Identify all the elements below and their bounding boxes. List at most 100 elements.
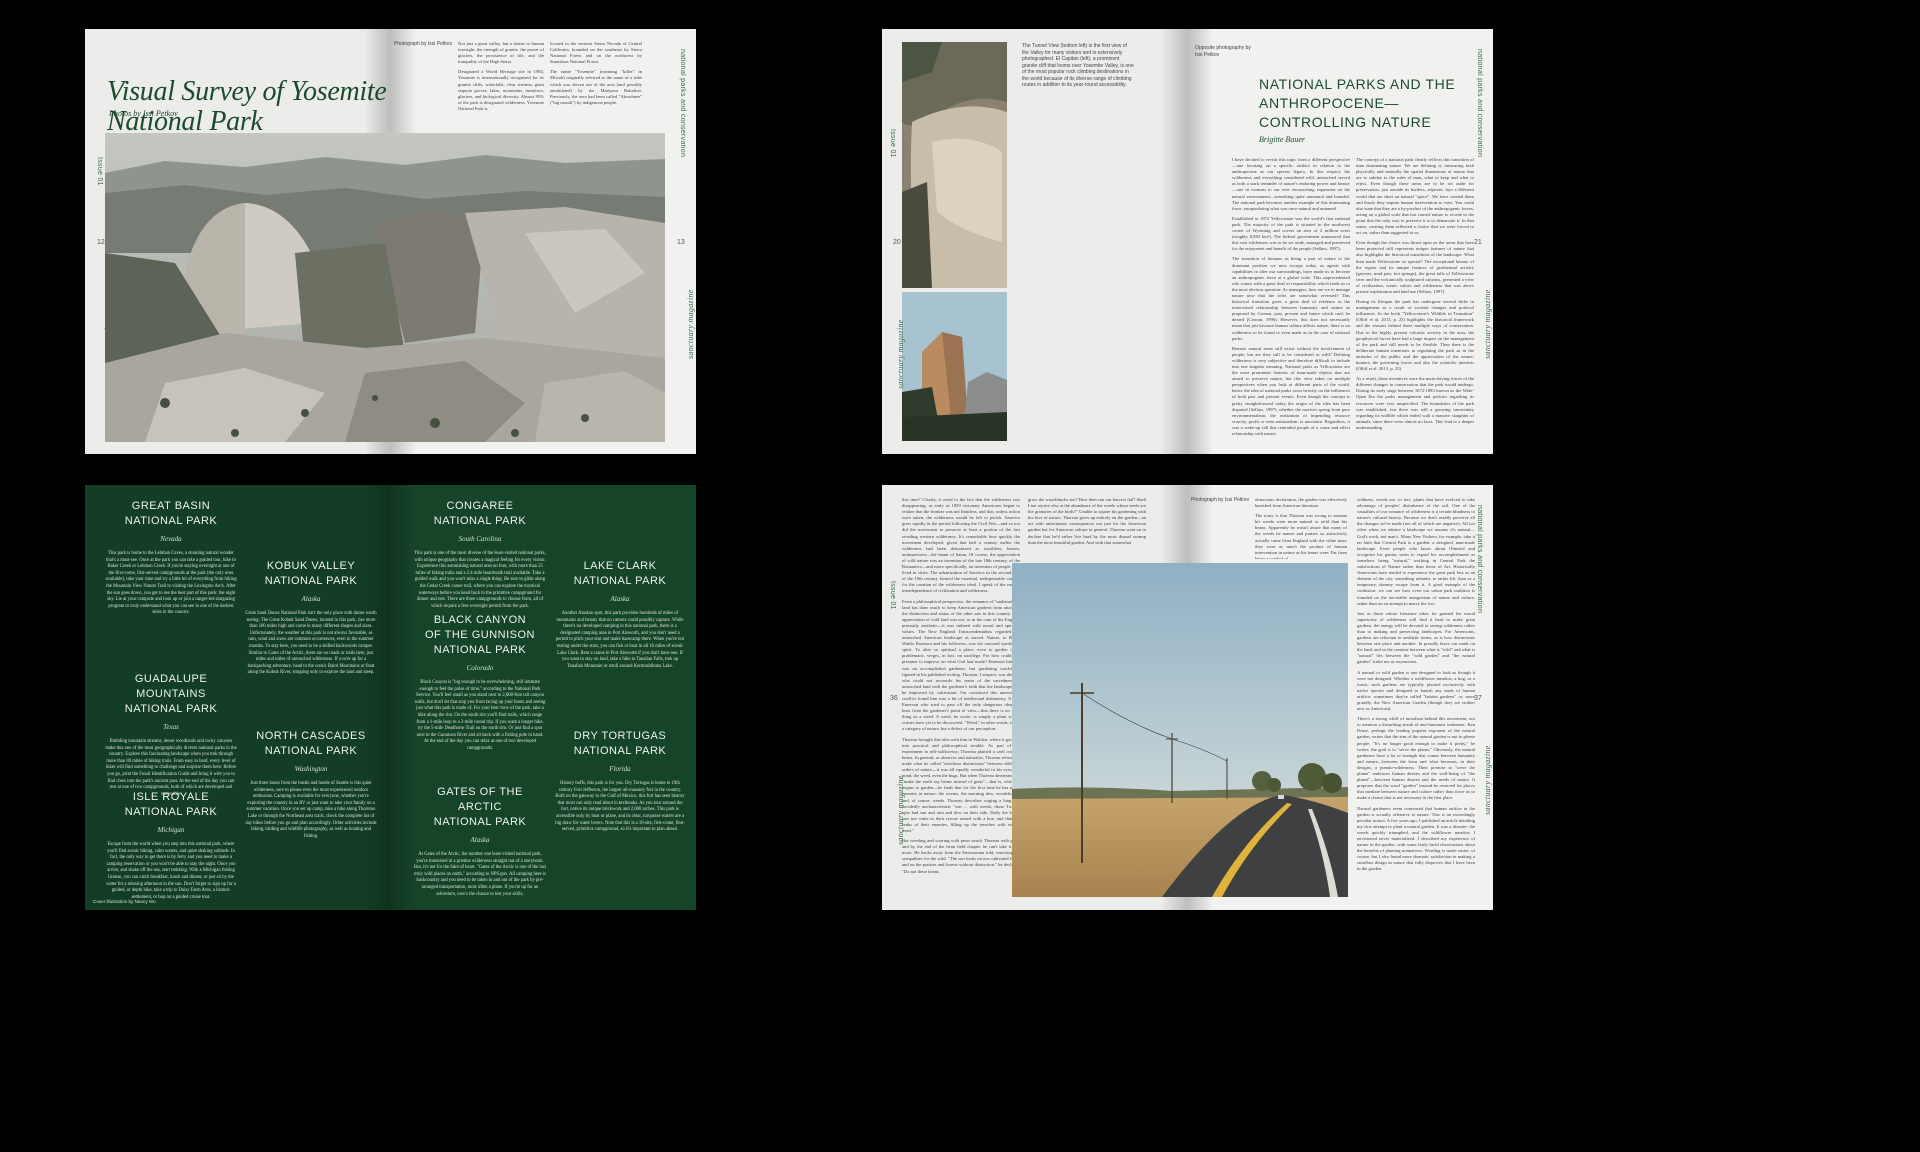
park-description: Another Alaskan spot, this park provides… [555, 611, 685, 669]
park-description: History buffs, this park is for you. Dry… [555, 781, 685, 833]
essay-paragraph: As a result, these incentives were the m… [1356, 376, 1474, 430]
park-lake-clark: LAKE CLARK NATIONAL PARK Alaska Another … [554, 559, 686, 670]
intro-paragraph: Not just a great valley, but a shrine to… [458, 41, 544, 65]
page-number-left: 36 [890, 695, 898, 702]
page-20: The Tunnel View (bottom left) is the fir… [882, 29, 1187, 454]
article-byline: Photos by Issi Petkov [109, 109, 178, 118]
intro-paragraph: located in the western Sierra Nevada of … [550, 41, 642, 65]
park-state: Nevada [160, 535, 182, 543]
essay-column-4: wildness, weeds are, in fact, plants tha… [1357, 497, 1475, 902]
park-name: NORTH CASCADES NATIONAL PARK [256, 730, 366, 757]
essay-paragraph: I have decided to revisit this topic fro… [1232, 157, 1350, 211]
park-state: South Carolina [458, 535, 502, 543]
illustration-credit: Cover illustration by Nancy Wu [93, 899, 156, 904]
el-capitan-face-photo [902, 42, 1007, 288]
park-state: Michigan [157, 826, 185, 834]
magazine-name: sanctuary magazine [1483, 745, 1492, 815]
page-number-right: 21 [1474, 239, 1482, 246]
photo-credit: Photograph by Issi Petkov [1191, 497, 1250, 503]
essay-paragraph: grow the woodchucks too? How then can ou… [1028, 497, 1146, 545]
essay-paragraph: From a philosophical perspective, the ro… [902, 598, 1020, 732]
article-title: Visual Survey of Yosemite National Park [107, 76, 387, 137]
issue-label: Issue 01 [889, 581, 896, 610]
park-state: Florida [609, 765, 631, 773]
spread-anthropocene: The Tunnel View (bottom left) is the fir… [882, 29, 1493, 454]
page-parks-right: CONGAREE NATIONAL PARK South Carolina Th… [390, 485, 696, 910]
photo-caption: The Tunnel View (bottom left) is the fir… [1022, 43, 1134, 88]
park-dry-tortugas: DRY TORTUGAS NATIONAL PARK Florida Histo… [554, 729, 686, 834]
essay-column-2: grow the woodchucks too? How then can ou… [1028, 497, 1146, 559]
essay-paragraph: obnoxious declaration, the garden was ef… [1255, 497, 1347, 509]
park-congaree: CONGAREE NATIONAL PARK South Carolina Th… [414, 499, 546, 610]
essay-column-1: this time? Clearly, it owed to the fact … [902, 497, 1020, 902]
essay-paragraph: Established in 1872 Yellowstone was the … [1232, 215, 1350, 252]
park-great-basin: GREAT BASIN NATIONAL PARK Nevada This pa… [105, 499, 237, 617]
page-number-right: 13 [677, 239, 685, 246]
essay-paragraph: The transition of humans as being a part… [1232, 256, 1350, 341]
park-name: GATES OF THE ARCTIC NATIONAL PARK [433, 786, 527, 828]
spread-yosemite: Visual Survey of Yosemite National Park … [85, 29, 696, 454]
photo-credit: Opposite photography by Issi Petkov [1195, 45, 1251, 58]
park-state: Texas [163, 723, 179, 731]
magazine-name: sanctuary magazine [896, 775, 905, 845]
park-description: Black Canyon is "big enough to be overwh… [414, 680, 546, 751]
essay-paragraph: But weeding and warring with pests struc… [902, 838, 1020, 874]
intro-paragraph: The name "Yosemite" (meaning "killer" in… [550, 69, 642, 105]
half-dome-photo [105, 133, 665, 442]
intro-column-2: located in the western Sierra Nevada of … [550, 41, 642, 131]
park-description: Just three hours from the bustle and hus… [245, 781, 377, 839]
section-label: national parks and conservation [679, 49, 686, 158]
spread-parks-list: GREAT BASIN NATIONAL PARK Nevada This pa… [85, 485, 696, 910]
park-name: LAKE CLARK NATIONAL PARK [573, 560, 667, 587]
essay-paragraph: Even though the choice was thrust upon u… [1356, 240, 1474, 294]
park-kobuk-valley: KOBUK VALLEY NATIONAL PARK Alaska Great … [245, 559, 377, 677]
essay-paragraph: wildness, weeds are, in fact, plants tha… [1357, 497, 1475, 606]
article-title: NATIONAL PARKS AND THE ANTHROPOCENE— CON… [1259, 76, 1456, 130]
spread-essay-road: this time? Clearly, it owed to the fact … [882, 485, 1493, 910]
essay-paragraph: The irony is that Thoreau was wrong to a… [1255, 513, 1347, 559]
park-name: DRY TORTUGAS NATIONAL PARK [573, 730, 667, 757]
essay-paragraph: this time? Clearly, it owed to the fact … [902, 497, 1020, 594]
park-state: Alaska [301, 595, 321, 603]
section-label: national parks and conservation [1476, 49, 1483, 158]
park-description: At Gates of the Arctic, the number one l… [414, 852, 546, 897]
section-label: national parks and conservation [1476, 505, 1483, 614]
magazine-name: sanctuary magazine [686, 289, 695, 359]
park-name: KOBUK VALLEY NATIONAL PARK [264, 560, 358, 587]
park-state: Alaska [470, 836, 490, 844]
park-black-canyon: BLACK CANYON OF THE GUNNISON NATIONAL PA… [414, 613, 546, 753]
country-road-photo-image [1012, 563, 1348, 897]
essay-column-2: The concept of a national park clearly r… [1356, 157, 1474, 445]
page-number-left: 12 [97, 239, 105, 246]
country-road-photo [1012, 563, 1348, 897]
magazine-name: sanctuary magazine [896, 319, 905, 389]
park-isle-royale: ISLE ROYALE NATIONAL PARK Michigan Escap… [105, 790, 237, 901]
park-gates-of-the-arctic: GATES OF THE ARCTIC NATIONAL PARK Alaska… [414, 785, 546, 898]
tunnel-view-photo [902, 292, 1007, 441]
essay-paragraph: There's a strong whiff of moralism behin… [1357, 716, 1475, 801]
essay-paragraph: Just as those whose literature takes for… [1357, 610, 1475, 665]
half-dome-photo-image [105, 133, 665, 442]
park-name: GREAT BASIN NATIONAL PARK [124, 500, 218, 527]
page-parks-left: GREAT BASIN NATIONAL PARK Nevada This pa… [85, 485, 390, 910]
tunnel-view-photo-image [902, 292, 1007, 441]
park-name: BLACK CANYON OF THE GUNNISON NATIONAL PA… [425, 614, 535, 656]
article-author: Brigitte Bauer [1259, 135, 1305, 144]
intro-column-1: Not just a great valley, but a shrine to… [458, 41, 544, 131]
issue-label: Issue 01 [96, 157, 103, 186]
park-state: Washington [294, 765, 328, 773]
park-state: Colorado [466, 664, 494, 672]
essay-paragraph: The concept of a national park clearly r… [1356, 157, 1474, 236]
park-guadalupe-mountains: GUADALUPE MOUNTAINS NATIONAL PARK Texas … [105, 672, 237, 798]
park-state: Alaska [610, 595, 630, 603]
park-north-cascades: NORTH CASCADES NATIONAL PARK Washington … [245, 729, 377, 840]
page-number-right: 37 [1474, 695, 1482, 702]
park-name: ISLE ROYALE NATIONAL PARK [124, 791, 218, 818]
park-description: This park is home to the Lehman Caves, a… [105, 551, 237, 616]
essay-column-3: obnoxious declaration, the garden was ef… [1255, 497, 1347, 559]
park-name: CONGAREE NATIONAL PARK [433, 500, 527, 527]
issue-label: Issue 01 [889, 129, 896, 158]
park-description: Escape from the world when you step into… [106, 842, 236, 900]
park-description: Great Sand Dunes National Park isn't the… [245, 611, 377, 676]
essay-paragraph: Natural gardeners seem convinced that hu… [1357, 805, 1475, 872]
